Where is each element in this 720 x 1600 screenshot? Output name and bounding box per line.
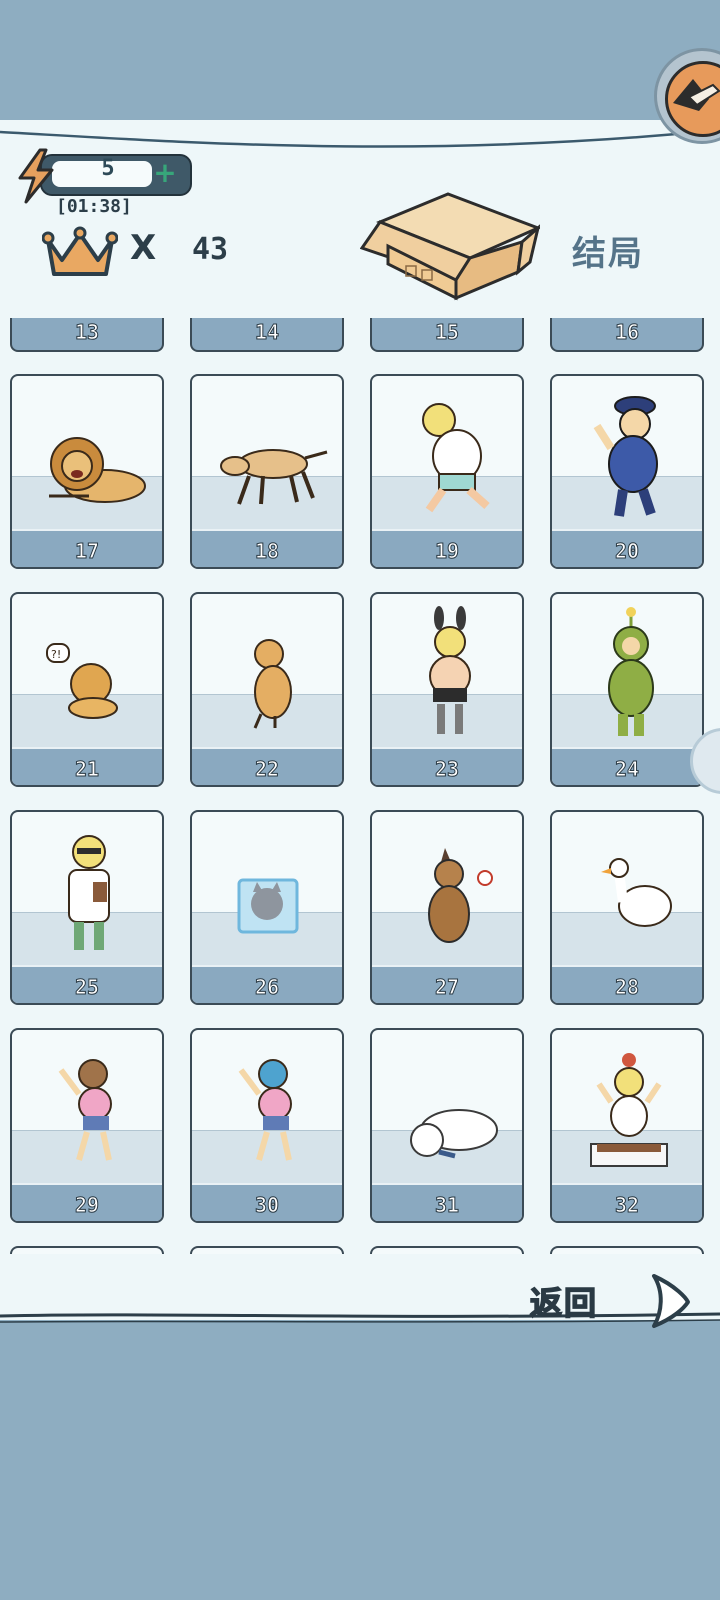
back-label: 返回 (529, 1283, 599, 1323)
bunny-costume-kid-icon (429, 606, 471, 734)
card-34-partial[interactable] (190, 1246, 344, 1254)
card-19[interactable]: 19 (370, 374, 524, 569)
card-26[interactable]: 26 (190, 810, 344, 1005)
goose-icon (601, 858, 672, 927)
card-23[interactable]: 23 (370, 592, 524, 787)
energy-timer: [01:38] (56, 196, 132, 217)
crown-multiplier: X (130, 228, 157, 268)
card-number: 24 (614, 757, 640, 782)
card-14[interactable]: 14 (190, 318, 344, 352)
card-number: 19 (434, 539, 460, 564)
card-28[interactable]: 28 (550, 810, 704, 1005)
card-number: 16 (614, 320, 640, 345)
card-number: 18 (254, 539, 280, 564)
lion-icon (49, 437, 146, 503)
angry-woman-icon (58, 1059, 112, 1161)
card-15[interactable]: 15 (370, 318, 524, 352)
card-27[interactable]: 27 (370, 810, 524, 1005)
card-35-partial[interactable] (370, 1246, 524, 1254)
card-30[interactable]: 30 (190, 1028, 344, 1223)
card-number: 26 (254, 975, 280, 1000)
card-grid[interactable]: 13 14 15 16 17 18 19 20 ?! 21 22 23 24 2… (0, 318, 720, 1254)
card-number: 32 (614, 1193, 640, 1218)
kid-in-litter-box-icon (590, 1053, 668, 1167)
card-33-partial[interactable] (10, 1246, 164, 1254)
panel-top-edge (0, 128, 720, 160)
energy-meter: 5 + (14, 148, 192, 204)
card-number: 22 (254, 757, 280, 782)
german-shepherd-icon (428, 848, 493, 943)
card-number: 30 (254, 1193, 280, 1218)
card-number: 17 (74, 539, 100, 564)
golden-retriever-icon (253, 639, 292, 729)
card-17[interactable]: 17 (10, 374, 164, 569)
card-number: 23 (434, 757, 460, 782)
card-36-partial[interactable] (550, 1246, 704, 1254)
card-number: 31 (434, 1193, 460, 1218)
card-number: 28 (614, 975, 640, 1000)
card-number: 14 (254, 320, 280, 345)
card-number: 25 (74, 975, 100, 1000)
card-31[interactable]: 31 (370, 1028, 524, 1223)
lion-cub-icon: ?! (46, 643, 118, 719)
crown-count: 43 (192, 232, 229, 267)
card-32[interactable]: 32 (550, 1028, 704, 1223)
card-number: 27 (434, 975, 460, 1000)
crown-icon (42, 226, 118, 276)
frozen-cat-icon (237, 878, 299, 934)
card-22[interactable]: 22 (190, 592, 344, 787)
card-24[interactable]: 24 (550, 592, 704, 787)
doctor-icon (68, 835, 110, 950)
lightning-bolt-icon (18, 148, 54, 204)
card-number: 21 (74, 757, 100, 782)
card-16[interactable]: 16 (550, 318, 704, 352)
police-officer-icon (593, 396, 658, 517)
card-25[interactable]: 25 (10, 810, 164, 1005)
add-energy-button[interactable]: + (152, 159, 178, 187)
green-costume-kid-icon (608, 607, 654, 736)
energy-count: 5 (101, 156, 115, 181)
card-number: 13 (74, 320, 100, 345)
card-13[interactable]: 13 (10, 318, 164, 352)
ending-label: 结局 (572, 234, 644, 274)
dog-sniffing-icon (220, 449, 328, 505)
card-20[interactable]: 20 (550, 374, 704, 569)
card-21[interactable]: ?! 21 (10, 592, 164, 787)
card-number: 20 (614, 539, 640, 564)
polar-bear-icon (410, 1109, 498, 1159)
cardboard-box-icon (360, 192, 540, 301)
arrow-right-icon (652, 1274, 690, 1328)
card-29[interactable]: 29 (10, 1028, 164, 1223)
crying-kid-icon (422, 403, 490, 513)
back-button[interactable]: 返回 (529, 1272, 700, 1332)
angry-woman-blue-hair-icon (238, 1059, 292, 1161)
card-number: 29 (74, 1193, 100, 1218)
card-18[interactable]: 18 (190, 374, 344, 569)
svg-text:?!: ?! (51, 648, 61, 661)
card-number: 15 (434, 320, 460, 345)
